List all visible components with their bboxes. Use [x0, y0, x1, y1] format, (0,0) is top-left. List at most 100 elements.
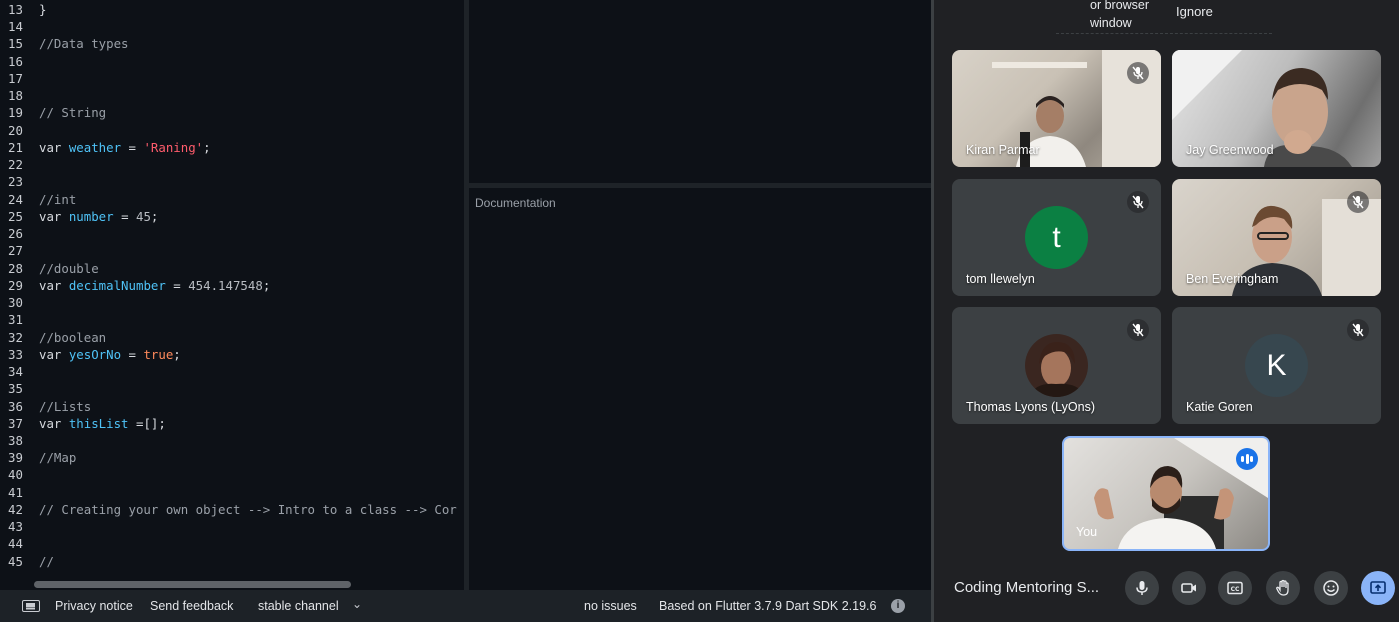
- ignore-button[interactable]: Ignore: [1176, 4, 1213, 19]
- participant-name: Thomas Lyons (LyOns): [966, 400, 1095, 414]
- keyboard-icon[interactable]: [22, 600, 40, 612]
- muted-mic-icon: [1127, 191, 1149, 213]
- line-number: 20: [8, 122, 23, 138]
- participant-tile[interactable]: Thomas Lyons (LyOns): [952, 307, 1161, 424]
- participant-tile[interactable]: Ben Everingham: [1172, 179, 1381, 296]
- mic-button[interactable]: [1125, 571, 1159, 605]
- participant-tile[interactable]: K Katie Goren: [1172, 307, 1381, 424]
- mic-icon: [1136, 581, 1148, 595]
- code-text[interactable]: // Creating your own object --> Intro to…: [39, 501, 457, 518]
- code-token: //int: [39, 191, 77, 207]
- popup-text: or browser window: [1090, 0, 1150, 30]
- code-text[interactable]: var weather = 'Raning';: [39, 139, 211, 156]
- muted-mic-icon: [1347, 191, 1369, 213]
- line-number: 16: [8, 53, 23, 69]
- code-editor[interactable]: 13} 14 15 //Data types 16 17 18 19 // String 20 21…: [0, 0, 464, 590]
- present-button[interactable]: [1361, 571, 1395, 605]
- code-token: 45: [136, 208, 151, 224]
- code-token: //boolean: [39, 329, 107, 345]
- code-text[interactable]: //Data types: [39, 35, 129, 52]
- muted-mic-icon: [1347, 319, 1369, 341]
- code-token: //Lists: [39, 398, 92, 414]
- camera-button[interactable]: [1172, 571, 1206, 605]
- line-number: 33: [8, 346, 23, 362]
- line-number: 42: [8, 501, 23, 517]
- captions-icon: CC: [1227, 581, 1243, 595]
- code-text[interactable]: var number = 45;: [39, 208, 158, 225]
- self-view-tile[interactable]: You: [1062, 436, 1270, 551]
- code-token: yesOrNo: [68, 346, 122, 362]
- line-number: 45: [8, 553, 23, 569]
- line-number: 22: [8, 157, 23, 173]
- speaking-indicator-icon: [1236, 448, 1258, 470]
- code-text[interactable]: var yesOrNo = true;: [39, 346, 181, 363]
- code-text[interactable]: //boolean: [39, 329, 106, 346]
- line-number: 13: [8, 2, 23, 17]
- chevron-down-icon[interactable]: ⌄: [352, 597, 362, 611]
- privacy-notice-link[interactable]: Privacy notice: [55, 599, 133, 613]
- code-text[interactable]: var decimalNumber = 454.147548;: [39, 277, 270, 294]
- line-number: 24: [8, 191, 23, 207]
- code-token: =: [121, 346, 144, 362]
- code-text[interactable]: }: [39, 1, 46, 18]
- line-number: 19: [8, 105, 23, 121]
- code-text[interactable]: //Map: [39, 449, 76, 466]
- code-token: var: [39, 208, 69, 224]
- scrollbar-thumb[interactable]: [34, 581, 351, 588]
- code-text[interactable]: //double: [39, 260, 99, 277]
- participant-tile[interactable]: Kiran Parmar: [952, 50, 1161, 167]
- code-token: =: [113, 208, 136, 224]
- meeting-name[interactable]: Coding Mentoring S...: [954, 579, 1099, 596]
- line-number: 25: [8, 208, 23, 224]
- code-token: //: [39, 553, 54, 569]
- documentation-title: Documentation: [475, 196, 556, 210]
- emoji-icon: [1323, 580, 1339, 596]
- code-text[interactable]: //Lists: [39, 398, 91, 415]
- line-number: 29: [8, 277, 23, 293]
- participant-tile[interactable]: Jay Greenwood: [1172, 50, 1381, 167]
- reactions-button[interactable]: [1314, 571, 1348, 605]
- muted-mic-icon: [1127, 319, 1149, 341]
- line-number: 41: [8, 484, 23, 500]
- line-number: 28: [8, 260, 23, 276]
- code-text[interactable]: var thisList =[];: [39, 415, 166, 432]
- code-text[interactable]: //: [39, 553, 54, 570]
- output-panel: [469, 0, 931, 183]
- code-token: ;: [203, 139, 211, 155]
- code-text[interactable]: //int: [39, 191, 76, 208]
- line-number: 34: [8, 364, 23, 380]
- code-token: true: [143, 346, 174, 362]
- line-number: 40: [8, 467, 23, 483]
- captions-button[interactable]: CC: [1218, 571, 1252, 605]
- code-token: thisList: [68, 415, 129, 431]
- line-number: 44: [8, 536, 23, 552]
- line-number: 15: [8, 36, 23, 52]
- line-number: 36: [8, 398, 23, 414]
- line-number: 43: [8, 519, 23, 535]
- present-icon: [1370, 581, 1386, 594]
- raise-hand-button[interactable]: [1266, 571, 1300, 605]
- code-token: 'Raning': [143, 139, 204, 155]
- line-number: 35: [8, 381, 23, 397]
- send-feedback-link[interactable]: Send feedback: [150, 599, 233, 613]
- channel-selector[interactable]: stable channel: [258, 599, 339, 613]
- participant-tile[interactable]: t tom llewelyn: [952, 179, 1161, 296]
- code-token: =: [165, 277, 189, 293]
- code-token: =[];: [128, 415, 166, 431]
- participant-name: Jay Greenwood: [1186, 143, 1274, 157]
- code-token: =: [121, 139, 144, 155]
- line-number: 27: [8, 243, 23, 259]
- sdk-version: Based on Flutter 3.7.9 Dart SDK 2.19.6: [659, 599, 877, 613]
- meet-panel: or browser window Ignore Kiran Parmar Ja…: [934, 0, 1399, 622]
- code-text[interactable]: // String: [39, 104, 106, 121]
- editor-horizontal-scrollbar[interactable]: [0, 578, 464, 590]
- code-token: // String: [39, 105, 107, 121]
- status-bar: Privacy notice Send feedback stable chan…: [0, 590, 931, 622]
- participant-name: Ben Everingham: [1186, 272, 1279, 286]
- code-token: ;: [262, 277, 271, 293]
- line-number: 21: [8, 139, 23, 155]
- line-number: 14: [8, 19, 23, 35]
- code-token: var: [39, 277, 69, 293]
- participant-name: Katie Goren: [1186, 400, 1253, 414]
- info-icon[interactable]: i: [891, 599, 905, 613]
